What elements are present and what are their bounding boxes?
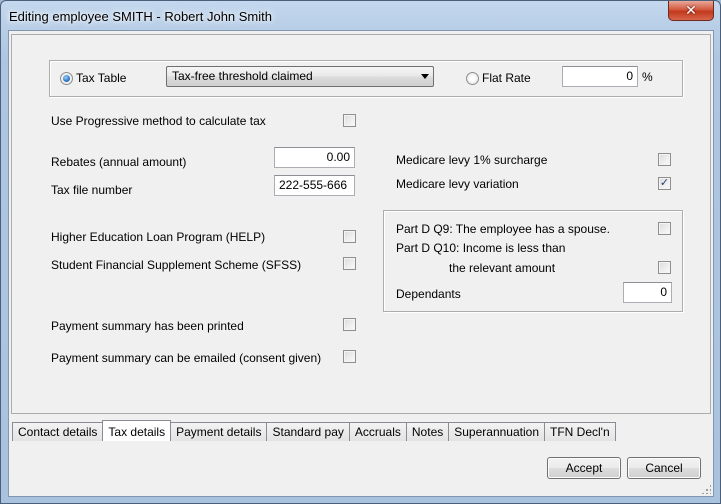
tab-accruals[interactable]: Accruals <box>348 422 407 441</box>
dialog-client-area: Tax Table Tax-free threshold claimed Fla… <box>8 30 714 497</box>
tfn-label: Tax file number <box>51 183 133 197</box>
medicare-surcharge-label: Medicare levy 1% surcharge <box>396 153 548 167</box>
checkmark-icon: ✓ <box>659 177 670 189</box>
resize-grip[interactable] <box>701 484 711 494</box>
tab-standard-pay[interactable]: Standard pay <box>266 422 350 441</box>
part-d-q9-label: Part D Q9: The employee has a spouse. <box>396 222 610 236</box>
part-d-q10-label-line2: the relevant amount <box>449 261 556 275</box>
close-icon: ✕ <box>685 2 697 18</box>
rebates-label: Rebates (annual amount) <box>51 155 187 169</box>
tab-payment-details[interactable]: Payment details <box>170 422 268 441</box>
progressive-method-checkbox[interactable] <box>343 114 356 127</box>
title-bar[interactable]: Editing employee SMITH - Robert John Smi… <box>1 1 720 31</box>
cancel-button[interactable]: Cancel <box>627 457 701 479</box>
tab-tax-details[interactable]: Tax details <box>102 420 172 441</box>
tax-table-select-value: Tax-free threshold claimed <box>172 69 313 83</box>
accept-button[interactable]: Accept <box>547 457 621 479</box>
medicare-variation-checkbox[interactable]: ✓ <box>658 177 671 190</box>
sfss-checkbox[interactable] <box>343 257 356 270</box>
flat-rate-label: Flat Rate <box>482 71 531 85</box>
close-button[interactable]: ✕ <box>668 1 714 21</box>
help-checkbox[interactable] <box>343 230 356 243</box>
medicare-variation-label: Medicare levy variation <box>396 177 519 191</box>
payment-summary-emailed-label: Payment summary can be emailed (consent … <box>51 351 322 365</box>
part-d-q10-checkbox[interactable] <box>658 261 671 274</box>
dependants-input[interactable]: 0 <box>623 282 672 303</box>
medicare-surcharge-checkbox[interactable] <box>658 153 671 166</box>
help-label: Higher Education Loan Program (HELP) <box>51 230 266 244</box>
tab-tfn-declaration[interactable]: TFN Decl'n <box>544 422 616 441</box>
part-d-group: Part D Q9: The employee has a spouse. Pa… <box>383 210 683 312</box>
progressive-method-label: Use Progressive method to calculate tax <box>51 114 266 128</box>
tab-superannuation[interactable]: Superannuation <box>448 422 545 441</box>
dependants-label: Dependants <box>396 287 461 301</box>
rebates-input[interactable]: 0.00 <box>274 147 355 168</box>
tax-table-radio[interactable] <box>60 72 73 85</box>
tax-details-panel: Tax Table Tax-free threshold claimed Fla… <box>11 34 711 414</box>
tax-method-group: Tax Table Tax-free threshold claimed Fla… <box>49 60 683 97</box>
tax-table-select[interactable]: Tax-free threshold claimed <box>166 66 434 87</box>
sfss-label: Student Financial Supplement Scheme (SFS… <box>51 258 302 272</box>
payment-summary-printed-label: Payment summary has been printed <box>51 319 244 333</box>
tab-contact-details[interactable]: Contact details <box>12 422 104 441</box>
part-d-q9-checkbox[interactable] <box>658 222 671 235</box>
part-d-q10-label: Part D Q10: Income is less than <box>396 241 566 255</box>
tab-strip: Contact details Tax details Payment deta… <box>12 420 616 442</box>
dialog-window: Editing employee SMITH - Robert John Smi… <box>0 0 721 504</box>
tax-table-label: Tax Table <box>76 71 127 85</box>
tab-notes[interactable]: Notes <box>405 422 450 441</box>
chevron-down-icon <box>421 74 429 79</box>
percent-sign: % <box>642 70 653 84</box>
tfn-input[interactable]: 222-555-666 <box>274 175 355 196</box>
window-title: Editing employee SMITH - Robert John Smi… <box>9 9 272 24</box>
payment-summary-emailed-checkbox[interactable] <box>343 350 356 363</box>
flat-rate-radio[interactable] <box>466 72 479 85</box>
flat-rate-input[interactable]: 0 <box>562 66 638 87</box>
payment-summary-printed-checkbox[interactable] <box>343 318 356 331</box>
